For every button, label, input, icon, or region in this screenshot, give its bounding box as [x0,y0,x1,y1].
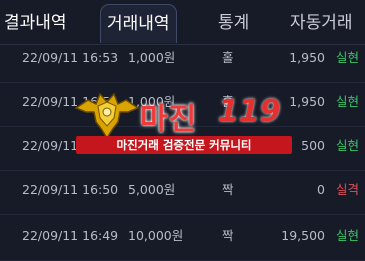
row-time: 22/09/11 16:49 [22,228,119,243]
row-bet: 홀 [222,94,234,109]
row-time: 22/09/11 16:51 [22,138,119,153]
table-row: 22/09/11 16:52 1,000원 홀 1,950 실현 [0,78,365,127]
row-result: 실격 [336,182,360,197]
row-amount: 10,000원 [128,228,184,243]
row-payout: 500 [301,138,325,153]
table-row: 22/09/11 16:50 5,000원 짝 0 실격 [0,166,365,215]
row-amount: 1,000원 [128,50,176,65]
row-payout: 1,950 [289,94,325,109]
row-time: 22/09/11 16:50 [22,182,119,197]
table-row: 22/09/11 16:49 10,000원 짝 19,500 실현 [0,212,365,261]
row-result: 실현 [336,228,360,243]
row-payout: 19,500 [281,228,325,243]
table-row: 22/09/11 16:53 1,000원 홀 1,950 실현 [0,34,365,83]
row-bet: 홀 [222,50,234,65]
row-result: 실현 [336,138,360,153]
row-time: 22/09/11 16:52 [22,94,119,109]
row-bet: 짝 [222,228,234,243]
row-bet: 짝 [222,182,234,197]
row-result: 실현 [336,94,360,109]
row-amount: 1,000원 [128,94,176,109]
row-payout: 1,950 [289,50,325,65]
row-amount: 5,000원 [128,182,176,197]
row-time: 22/09/11 16:53 [22,50,119,65]
table-row: 22/09/11 16:51 500 실현 [0,122,365,171]
row-payout: 0 [317,182,325,197]
row-result: 실현 [336,50,360,65]
